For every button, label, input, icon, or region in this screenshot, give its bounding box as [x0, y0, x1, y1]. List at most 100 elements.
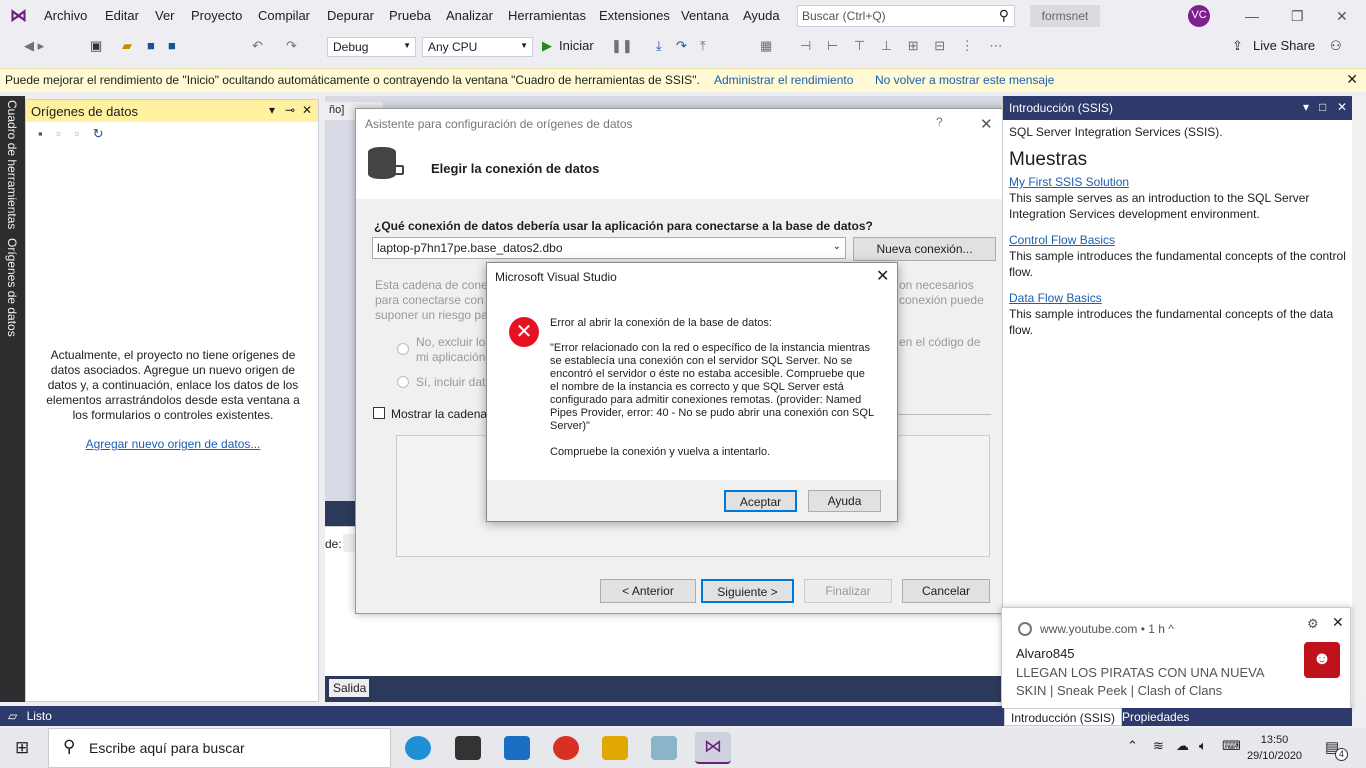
chrome-icon[interactable]	[553, 736, 579, 760]
toast-notification[interactable]: www.youtube.com • 1 h ^ ⚙ ✕ Alvaro845 LL…	[1001, 607, 1351, 711]
share-icon[interactable]: ⇪	[1232, 38, 1243, 54]
maximize-icon[interactable]: ❐	[1291, 8, 1304, 25]
taskbar-search[interactable]: ⚲ Escribe aquí para buscar	[48, 728, 391, 768]
start-button[interactable]: Iniciar	[559, 38, 594, 53]
edge-icon[interactable]	[405, 736, 431, 760]
menu-analizar[interactable]: Analizar	[446, 8, 493, 23]
menu-editar[interactable]: Editar	[105, 8, 139, 23]
menu-compilar[interactable]: Compilar	[258, 8, 310, 23]
intro-close-icon[interactable]: ✕	[1337, 100, 1347, 114]
open-icon[interactable]: ▰	[122, 38, 132, 54]
intro-menu-icon[interactable]: ▾	[1303, 100, 1309, 114]
tab-introduccion[interactable]: Introducción (SSIS)	[1004, 708, 1123, 726]
volume-icon[interactable]: 🔈︎	[1199, 738, 1207, 754]
search-icon: ⚲	[63, 737, 76, 756]
platform-dropdown[interactable]: Any CPU ▼	[422, 37, 533, 57]
menu-ver[interactable]: Ver	[155, 8, 175, 23]
show-connection-string-checkbox[interactable]	[373, 407, 385, 419]
store-icon[interactable]	[455, 736, 481, 760]
visual-studio-logo-icon[interactable]: ⋈	[10, 6, 34, 26]
menu-extensiones[interactable]: Extensiones	[599, 8, 670, 23]
user-avatar[interactable]: VC	[1188, 5, 1210, 27]
error-footer: Aceptar Ayuda	[487, 480, 897, 521]
sample-link[interactable]: My First SSIS Solution	[1009, 174, 1346, 190]
search-input[interactable]: Buscar (Ctrl+Q) ⚲	[797, 5, 1015, 27]
menu-archivo[interactable]: Archivo	[44, 8, 87, 23]
pin-icon[interactable]: ⊸	[285, 103, 295, 117]
tray-expand-icon[interactable]: ⌃	[1127, 738, 1138, 754]
panel-menu-icon[interactable]: ▾	[269, 103, 275, 117]
undo-icon[interactable]: ↶	[252, 38, 263, 54]
notification-text: LLEGAN LOS PIRATAS CON UNA NUEVA SKIN | …	[1016, 665, 1264, 698]
window-close-icon[interactable]: ✕	[1336, 8, 1348, 25]
back-icon[interactable]: ◀ ▸	[24, 38, 44, 54]
step-out-icon[interactable]: ⤒	[700, 38, 706, 54]
keyboard-icon[interactable]: ⌨	[1222, 738, 1241, 754]
add-datasource-link[interactable]: Agregar nuevo origen de datos...	[26, 437, 320, 451]
gear-icon[interactable]: ⚙	[1307, 616, 1319, 632]
intro-title: Introducción (SSIS)	[1009, 101, 1114, 115]
datasources-tab[interactable]: Orígenes de datos	[5, 238, 19, 337]
configuration-dropdown[interactable]: Debug ▼	[327, 37, 416, 57]
visual-studio-taskbar-icon[interactable]: ⋈	[695, 732, 731, 764]
sample-description: This sample serves as an introduction to…	[1009, 191, 1310, 221]
back-button[interactable]: < Anterior	[600, 579, 696, 603]
dont-show-again-link[interactable]: No volver a mostrar este mensaje	[875, 73, 1054, 87]
file-explorer-icon[interactable]	[602, 736, 628, 760]
next-button[interactable]: Siguiente >	[701, 579, 794, 603]
play-icon[interactable]: ▶	[542, 38, 552, 54]
intro-maximize-icon[interactable]: □	[1319, 100, 1326, 114]
menu-prueba[interactable]: Prueba	[389, 8, 431, 23]
panel-close-icon[interactable]: ✕	[302, 103, 312, 117]
toolbox-tab[interactable]: Cuadro de herramientas	[5, 100, 19, 229]
ssis-variables-icon[interactable]: ▦	[760, 38, 772, 54]
new-project-icon[interactable]: ▣	[90, 38, 102, 54]
ok-button[interactable]: Aceptar	[724, 490, 797, 512]
search-icon: ⚲	[998, 7, 1009, 23]
wizard-close-icon[interactable]: ✕	[980, 115, 993, 133]
tab-propiedades[interactable]: Propiedades	[1116, 708, 1195, 726]
error-close-icon[interactable]: ✕	[876, 266, 889, 286]
network-icon[interactable]: ≋	[1153, 738, 1164, 754]
finish-button[interactable]: Finalizar	[804, 579, 892, 603]
step-into-icon[interactable]: ⤓	[656, 38, 662, 54]
windows-start-icon[interactable]: ⊞	[15, 738, 29, 758]
step-over-icon[interactable]: ↷	[676, 38, 687, 54]
feedback-icon[interactable]: ⚇	[1330, 38, 1342, 54]
redo-icon[interactable]: ↷	[286, 38, 297, 54]
notification-close-icon[interactable]: ✕	[1332, 614, 1344, 631]
cloud-icon[interactable]: ☁	[1176, 738, 1189, 754]
layout-tools-icons[interactable]: ⊣ ⊢ ⊤ ⊥ ⊞ ⊟ ⋮ ⋯	[800, 38, 1008, 54]
include-sensitive-radio[interactable]	[397, 376, 409, 388]
mail-icon[interactable]	[504, 736, 530, 760]
cancel-button[interactable]: Cancelar	[902, 579, 990, 603]
app-icon[interactable]	[651, 736, 677, 760]
configure-icon[interactable]: ▫	[74, 126, 79, 141]
add-datasource-icon[interactable]: ▪	[38, 126, 43, 141]
sample-link[interactable]: Data Flow Basics	[1009, 290, 1346, 306]
menu-ayuda[interactable]: Ayuda	[743, 8, 780, 23]
new-connection-button[interactable]: Nueva conexión...	[853, 237, 996, 261]
menu-herramientas[interactable]: Herramientas	[508, 8, 586, 23]
menu-proyecto[interactable]: Proyecto	[191, 8, 242, 23]
menu-depurar[interactable]: Depurar	[327, 8, 374, 23]
exclude-sensitive-radio[interactable]	[397, 343, 409, 355]
clock[interactable]: 13:50 29/10/2020	[1247, 732, 1302, 764]
output-tab[interactable]: Salida	[329, 679, 369, 697]
save-all-icon[interactable]: ■	[168, 38, 176, 53]
sample-link[interactable]: Control Flow Basics	[1009, 232, 1346, 248]
live-share-button[interactable]: Live Share	[1253, 38, 1315, 53]
output-source-label: de:	[325, 537, 342, 551]
manage-performance-link[interactable]: Administrar el rendimiento	[714, 73, 853, 87]
pause-icon[interactable]: ❚❚	[611, 38, 633, 54]
save-icon[interactable]: ■	[147, 38, 155, 53]
help-button[interactable]: Ayuda	[808, 490, 881, 512]
help-icon[interactable]: ?	[936, 115, 943, 129]
minimize-icon[interactable]: —	[1245, 8, 1259, 24]
connection-dropdown[interactable]: laptop-p7hn17pe.base_datos2.dbo ⌄	[372, 237, 846, 259]
infobar-close-icon[interactable]: ✕	[1346, 71, 1358, 88]
right-scrollbar[interactable]	[1352, 96, 1366, 702]
menu-ventana[interactable]: Ventana	[681, 8, 729, 23]
refresh-icon[interactable]: ↻	[93, 126, 104, 141]
edit-dataset-icon[interactable]: ▫	[56, 126, 61, 141]
